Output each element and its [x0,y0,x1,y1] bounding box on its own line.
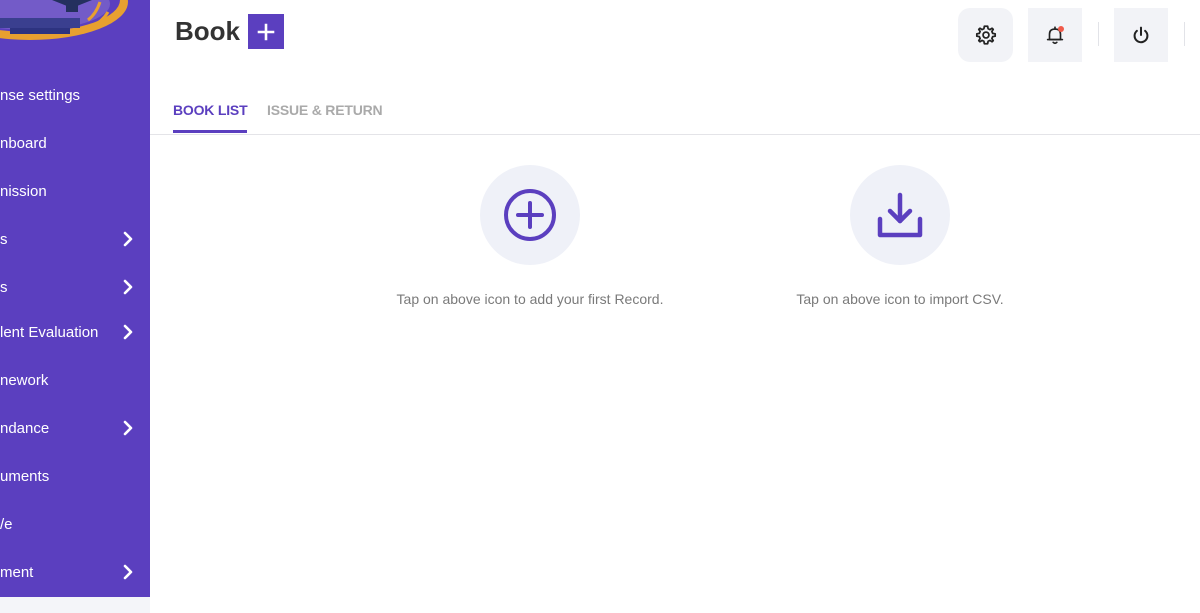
sidebar-footer [0,597,150,613]
sidebar-item-license-settings[interactable]: nse settings [0,75,150,115]
sidebar-item-student-evaluation[interactable]: lent Evaluation [0,312,150,352]
chevron-right-icon [123,564,133,580]
sidebar-item-label: nework [0,371,49,389]
logout-button[interactable] [1114,8,1168,62]
sidebar-item-label: nission [0,182,47,200]
school-logo [0,0,128,40]
add-book-button[interactable] [248,14,284,49]
sidebar-item-label: /e [0,515,13,533]
sidebar-item-dashboard[interactable]: nboard [0,123,150,163]
sidebar-item-label: s [0,230,8,248]
chevron-right-icon [123,420,133,436]
sidebar: nse settings nboard nission s s lent Eva… [0,0,150,597]
sidebar-item-label: ndance [0,419,50,437]
sidebar-item-leave[interactable]: /e [0,504,150,544]
plus-icon [257,23,275,40]
add-record-button[interactable] [480,165,580,265]
sidebar-item-label: uments [0,467,50,485]
sidebar-item-5[interactable]: s [0,267,150,307]
gear-icon [975,25,996,45]
chevron-right-icon [123,231,133,247]
sidebar-item-documents[interactable]: uments [0,456,150,496]
sidebar-item-label: lent Evaluation [0,323,99,341]
import-csv-hint: Tap on above icon to import CSV. [796,291,1004,307]
sidebar-item-label: nse settings [0,86,81,104]
sidebar-item-label: ment [0,563,34,581]
sidebar-item-homework[interactable]: nework [0,360,150,400]
notifications-button[interactable] [1028,8,1082,62]
sidebar-item-label: s [0,278,8,296]
tab-bar: BOOK LIST ISSUE & RETURN [150,92,1200,135]
settings-button[interactable] [958,8,1013,62]
import-csv-button[interactable] [850,165,950,265]
notification-dot [1058,26,1064,32]
app-root: nse settings nboard nission s s lent Eva… [0,0,1200,613]
chevron-right-icon [123,324,133,340]
tab-issue-return[interactable]: ISSUE & RETURN [267,102,383,118]
download-icon [877,192,923,238]
sidebar-item-management[interactable]: ment [0,552,150,592]
sidebar-item-label: nboard [0,134,47,152]
sidebar-item-attendance[interactable]: ndance [0,408,150,448]
header-divider [1184,22,1185,46]
page-title: Book [175,16,240,46]
chevron-right-icon [123,279,133,295]
add-record-hint: Tap on above icon to add your first Reco… [396,291,664,307]
power-icon [1133,26,1149,44]
sidebar-item-admission[interactable]: nission [0,171,150,211]
tab-book-list[interactable]: BOOK LIST [173,102,248,133]
sidebar-item-4[interactable]: s [0,219,150,259]
header-divider [1098,22,1099,46]
plus-circle-icon [504,189,556,241]
